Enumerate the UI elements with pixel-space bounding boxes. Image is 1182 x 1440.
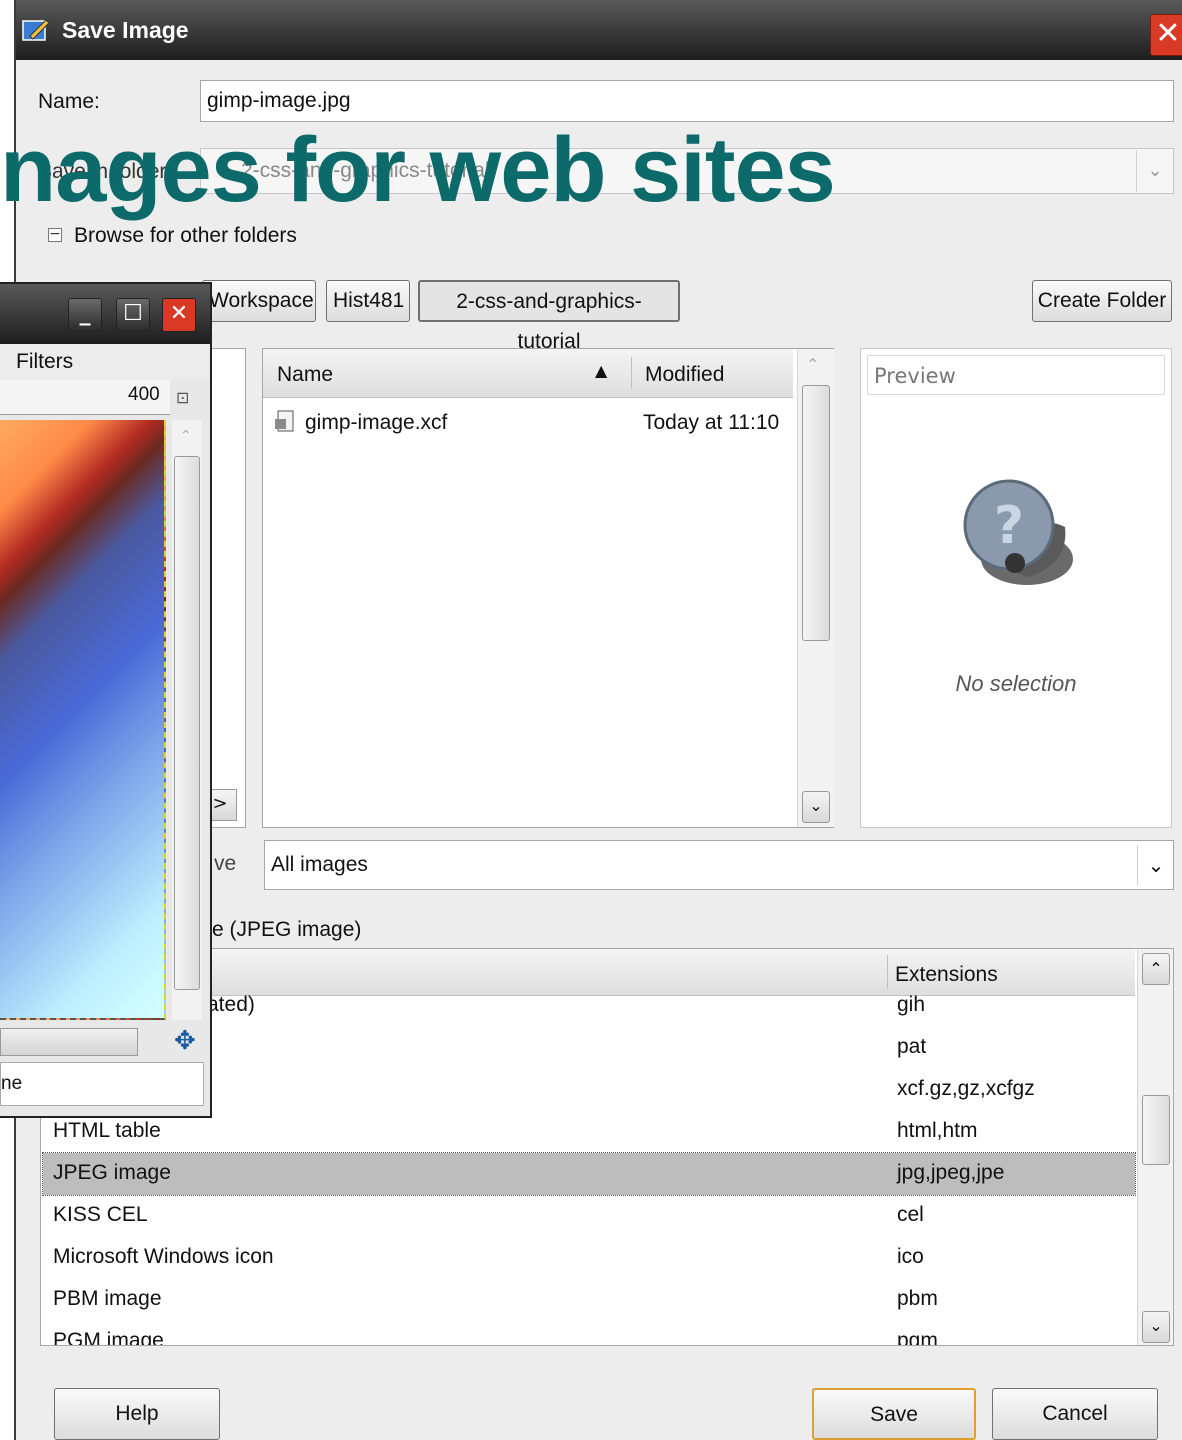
scroll-up-icon[interactable]: ⌃: [1142, 953, 1170, 985]
preview-label: Preview: [867, 355, 1165, 395]
file-types-scrollbar[interactable]: ⌃ ⌄: [1137, 949, 1173, 1345]
cancel-button[interactable]: Cancel: [992, 1388, 1158, 1440]
sort-ascending-icon: ▲: [595, 361, 608, 380]
files-header: Name ▲ Modified: [263, 349, 793, 398]
image-canvas[interactable]: [0, 420, 166, 1020]
column-divider: [887, 955, 888, 989]
svg-text:?: ?: [994, 496, 1024, 556]
places-remove-fragment[interactable]: ve: [214, 852, 236, 876]
file-type-row[interactable]: KISS CEL cel: [43, 1195, 1135, 1237]
file-type-row[interactable]: PGM image pgm: [43, 1321, 1135, 1345]
files-scrollbar[interactable]: ⌃ ⌄: [797, 349, 834, 827]
path-button-workspace[interactable]: Workspace: [202, 280, 316, 322]
gimp-save-icon: [22, 19, 50, 41]
dialog-titlebar[interactable]: Save Image ✕: [16, 0, 1182, 60]
path-button-current[interactable]: 2-css-and-graphics-tutorial: [418, 280, 680, 353]
gimp-titlebar[interactable]: _ ☐ ✕: [0, 284, 210, 344]
chevron-down-icon[interactable]: ⌄: [1136, 150, 1173, 192]
file-type-row[interactable]: Microsoft Windows icon ico: [43, 1237, 1135, 1279]
gimp-horizontal-scrollbar[interactable]: [0, 1028, 138, 1056]
scroll-up-icon[interactable]: ⌃: [806, 355, 819, 374]
file-name: gimp-image.xcf: [305, 411, 448, 434]
gimp-statusbar: ne: [0, 1062, 204, 1106]
close-icon[interactable]: ✕: [162, 298, 196, 332]
file-types-scroll-thumb[interactable]: [1142, 1095, 1170, 1165]
status-fragment: ne: [1, 1073, 23, 1094]
scroll-up-icon[interactable]: ⌃: [180, 428, 192, 444]
column-name[interactable]: Name: [277, 363, 333, 387]
navigate-icon[interactable]: ✥: [174, 1026, 196, 1056]
scroll-down-icon[interactable]: ⌄: [802, 791, 830, 823]
zoom-icon[interactable]: ⊡: [176, 388, 189, 407]
path-button-hist481[interactable]: Hist481: [326, 280, 410, 322]
maximize-icon[interactable]: ☐: [116, 298, 150, 332]
gimp-image-window: _ ☐ ✕ Filters 400 ⊡ ⌃ ✥ ne: [0, 282, 212, 1118]
file-filter-value: All images: [271, 853, 368, 876]
dialog-title: Save Image: [62, 17, 189, 43]
wilber-question-icon: ?: [963, 479, 1073, 585]
ruler-tick-label: 400: [128, 384, 160, 405]
preview-pane: Preview ? No selection: [860, 348, 1172, 828]
browse-folders-toggle[interactable]: Browse for other folders: [74, 224, 297, 248]
name-input[interactable]: [200, 80, 1174, 122]
horizontal-ruler: 400: [0, 380, 170, 415]
gimp-menubar: Filters: [0, 344, 210, 380]
file-type-label: e (JPEG image): [212, 918, 362, 941]
collapse-icon[interactable]: −: [48, 227, 62, 242]
column-modified[interactable]: Modified: [645, 363, 724, 387]
slide-title: nages for web sites: [0, 119, 836, 221]
file-filter-combo[interactable]: All images ⌄: [264, 840, 1174, 890]
help-button[interactable]: Help: [54, 1388, 220, 1440]
gimp-scroll-thumb[interactable]: [174, 456, 200, 990]
files-scroll-thumb[interactable]: [802, 385, 830, 641]
file-type-row[interactable]: PBM image pbm: [43, 1279, 1135, 1321]
file-type-row-selected[interactable]: JPEG image jpg,jpeg,jpe: [42, 1152, 1136, 1196]
no-selection-text: No selection: [955, 671, 1077, 696]
save-button[interactable]: Save: [812, 1388, 976, 1440]
files-pane: Name ▲ Modified gimp-image.xcf Today at …: [262, 348, 834, 828]
file-modified: Today at 11:10: [643, 411, 780, 434]
name-label: Name:: [38, 90, 100, 113]
column-divider: [631, 357, 632, 389]
close-button[interactable]: ✕: [1150, 14, 1182, 56]
gimp-vertical-scrollbar[interactable]: ⌃: [172, 420, 202, 1020]
column-extensions[interactable]: Extensions: [895, 963, 998, 987]
xcf-file-icon: [275, 410, 294, 432]
scroll-down-icon[interactable]: ⌄: [1142, 1311, 1170, 1343]
file-row[interactable]: gimp-image.xcf Today at 11:10: [263, 401, 793, 443]
minimize-icon[interactable]: _: [68, 298, 102, 332]
menu-filters[interactable]: Filters: [16, 350, 73, 374]
chevron-down-icon[interactable]: ⌄: [1137, 845, 1174, 885]
create-folder-button[interactable]: Create Folder: [1032, 280, 1172, 322]
